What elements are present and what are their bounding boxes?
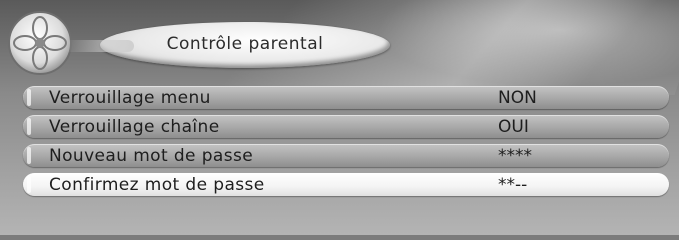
menu-item-nouveau-mot-de-passe[interactable]: Nouveau mot de passe **** — [23, 144, 669, 167]
password-confirm-value: **-- — [498, 175, 528, 195]
menu-item-label: Verrouillage menu — [49, 88, 211, 108]
menu-item-label: Confirmez mot de passe — [49, 175, 265, 195]
title-banner: Contrôle parental — [64, 22, 390, 68]
menu-item-verrouillage-menu[interactable]: Verrouillage menu NON — [23, 86, 669, 109]
menu-item-label: Verrouillage chaîne — [49, 117, 220, 137]
menu-item-label: Nouveau mot de passe — [49, 146, 254, 166]
password-value: **** — [498, 146, 532, 166]
page-title: Contrôle parental — [166, 34, 324, 54]
settings-menu: Verrouillage menu NON Verrouillage chaîn… — [23, 86, 669, 202]
menu-item-value: NON — [498, 88, 537, 108]
menu-item-confirmez-mot-de-passe[interactable]: Confirmez mot de passe **-- — [23, 173, 669, 196]
parental-control-screen: Contrôle parental Verrouillage menu NON … — [0, 0, 679, 235]
menu-item-verrouillage-chaine[interactable]: Verrouillage chaîne OUI — [23, 115, 669, 138]
menu-item-value: OUI — [498, 117, 529, 137]
